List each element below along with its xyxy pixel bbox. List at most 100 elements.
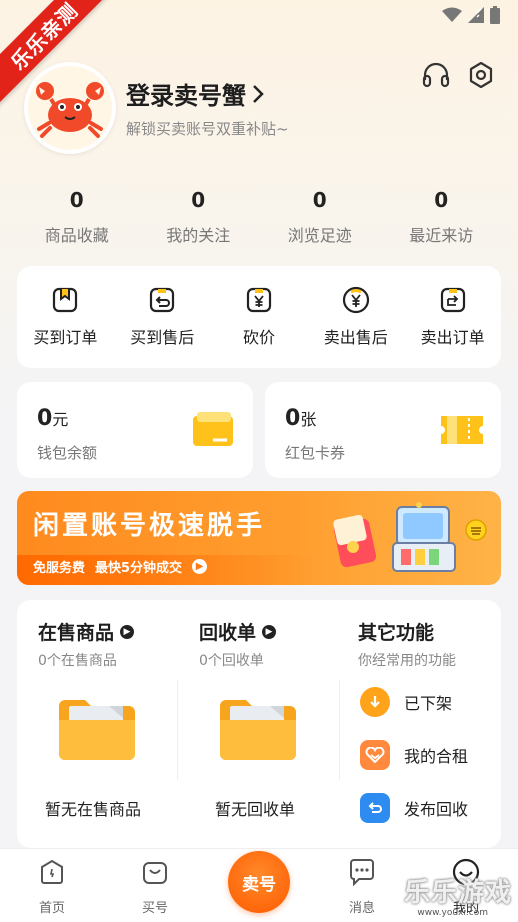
- ticket-icon: [441, 416, 483, 444]
- watermark: 乐乐游戏: [403, 878, 512, 908]
- stat-value: 0: [191, 188, 206, 212]
- recycle-empty: 暂无回收单: [215, 800, 296, 819]
- stat-label: 商品收藏: [44, 226, 109, 245]
- send-bag-icon: [440, 287, 465, 313]
- stat-label: 我的关注: [166, 226, 231, 245]
- tab-home[interactable]: 首页: [22, 857, 82, 916]
- tab-label: 消息: [348, 901, 375, 916]
- stat-history[interactable]: 0 浏览足迹: [259, 188, 381, 246]
- stat-label: 最近来访: [409, 226, 474, 245]
- func-publish-recycle[interactable]: 发布回收: [360, 793, 468, 823]
- stat-visitors[interactable]: 0 最近来访: [381, 188, 503, 246]
- stats-row: 0 商品收藏 0 我的关注 0 浏览足迹 0 最近来访: [16, 188, 502, 246]
- empty-folder-icon: [59, 700, 135, 760]
- tab-messages[interactable]: 消息: [332, 857, 392, 916]
- login-subtitle: 解锁买卖账号双重补贴~: [126, 120, 289, 138]
- order-sold[interactable]: 卖出订单: [404, 266, 501, 368]
- crab-icon: [36, 82, 104, 138]
- wallet-label: 钱包余额: [37, 444, 98, 462]
- coin-icon: [465, 519, 487, 541]
- chevron-circle-icon: ▶: [120, 624, 135, 639]
- orders-card: 买到订单 买到售后 砍价 卖出售后 卖出订单: [17, 266, 501, 368]
- func-label: 发布回收: [404, 800, 469, 819]
- wallet-value: 0元: [37, 406, 68, 431]
- stat-favorites[interactable]: 0 商品收藏: [16, 188, 138, 246]
- chat-icon: [350, 859, 374, 887]
- stat-value: 0: [312, 188, 327, 212]
- recycle-section[interactable]: 回收单 ▶ 0个回收单 暂无回收单: [178, 600, 338, 848]
- shopping-box-icon: [392, 502, 456, 572]
- stat-following[interactable]: 0 我的关注: [138, 188, 260, 246]
- recycle-title-text: 回收单: [199, 622, 257, 644]
- order-label: 买到订单: [33, 328, 98, 347]
- divider: [339, 680, 340, 780]
- on-sale-title-text: 在售商品: [38, 622, 115, 644]
- login-title-text: 登录卖号蟹: [126, 82, 246, 110]
- avatar[interactable]: [24, 62, 116, 154]
- home-icon: [41, 859, 63, 884]
- order-label: 买到售后: [130, 328, 195, 347]
- banner-tag-free: 免服务费: [33, 561, 86, 576]
- coupon-label: 红包卡券: [285, 444, 346, 462]
- on-sale-count: 0个在售商品: [38, 653, 117, 669]
- coupon-count: 0: [285, 406, 301, 431]
- func-shared-rent[interactable]: 我的合租: [360, 740, 468, 770]
- return-icon: [360, 793, 390, 823]
- tab-sell[interactable]: 卖号: [228, 851, 290, 913]
- recycle-title[interactable]: 回收单 ▶: [199, 618, 277, 645]
- on-sale-title[interactable]: 在售商品 ▶: [38, 618, 135, 645]
- order-bought-aftersale[interactable]: 买到售后: [114, 266, 211, 368]
- features-card: 在售商品 ▶ 0个在售商品 暂无在售商品 回收单 ▶ 0个回收单 暂无回收单 其…: [17, 600, 501, 848]
- banner-tags: 免服务费 最快5分钟成交 ▶: [33, 557, 208, 576]
- func-label: 我的合租: [404, 747, 469, 766]
- login-title[interactable]: 登录卖号蟹: [126, 76, 264, 111]
- status-bar: [442, 6, 500, 24]
- wallet-amount: 0: [37, 406, 53, 431]
- stat-label: 浏览足迹: [287, 226, 352, 245]
- on-sale-empty: 暂无在售商品: [45, 800, 142, 819]
- order-bought[interactable]: 买到订单: [17, 266, 114, 368]
- profile-header[interactable]: 登录卖号蟹 解锁买卖账号双重补贴~: [24, 61, 494, 154]
- banner-headline: 闲置账号极速脱手: [33, 511, 266, 541]
- signal-icon: [468, 7, 484, 23]
- return-bag-icon: [150, 287, 175, 313]
- heart-link-icon: [360, 740, 390, 770]
- wifi-icon: [442, 7, 462, 22]
- wallet-icon: [193, 412, 233, 446]
- coupon-unit: 张: [300, 410, 317, 429]
- battery-icon: [490, 6, 500, 24]
- order-label: 卖出订单: [420, 328, 485, 347]
- tab-buy[interactable]: 买号: [125, 857, 185, 916]
- wallet-unit: 元: [52, 410, 69, 429]
- headset-icon[interactable]: [422, 62, 450, 88]
- stat-value: 0: [434, 188, 449, 212]
- bookmark-bag-icon: [53, 287, 78, 313]
- stat-value: 0: [69, 188, 84, 212]
- watermark-url: www.youxi.com: [417, 908, 488, 918]
- recycle-count: 0个回收单: [199, 653, 264, 669]
- other-subtitle: 你经常用的功能: [358, 653, 456, 669]
- tab-label: 买号: [141, 901, 168, 916]
- red-envelope-icon: [333, 514, 377, 568]
- yen-circle-icon: [342, 286, 369, 314]
- bag-icon: [143, 862, 167, 884]
- chevron-right-icon: [253, 84, 264, 103]
- tab-sell-label: 卖号: [242, 874, 276, 895]
- coupon-card[interactable]: 0张 红包卡券: [265, 382, 501, 478]
- settings-icon[interactable]: [468, 61, 494, 89]
- func-label: 已下架: [404, 694, 453, 713]
- func-delisted[interactable]: 已下架: [360, 687, 452, 717]
- order-bargain[interactable]: 砍价: [211, 266, 308, 368]
- empty-folder-icon: [220, 700, 296, 760]
- download-icon: [360, 687, 390, 717]
- yen-bag-icon: [246, 287, 272, 313]
- order-label: 砍价: [242, 328, 275, 347]
- order-label: 卖出售后: [323, 328, 388, 347]
- order-sold-aftersale[interactable]: 卖出售后: [307, 266, 404, 368]
- promo-banner[interactable]: 闲置账号极速脱手 免服务费 最快5分钟成交 ▶: [17, 491, 501, 585]
- wallet-card[interactable]: 0元 钱包余额: [17, 382, 253, 478]
- other-title: 其它功能: [358, 622, 435, 644]
- on-sale-section[interactable]: 在售商品 ▶ 0个在售商品 暂无在售商品: [17, 600, 177, 848]
- banner-tag-fast: 最快5分钟成交: [95, 561, 183, 576]
- arrow-right-icon: ▶: [192, 559, 208, 574]
